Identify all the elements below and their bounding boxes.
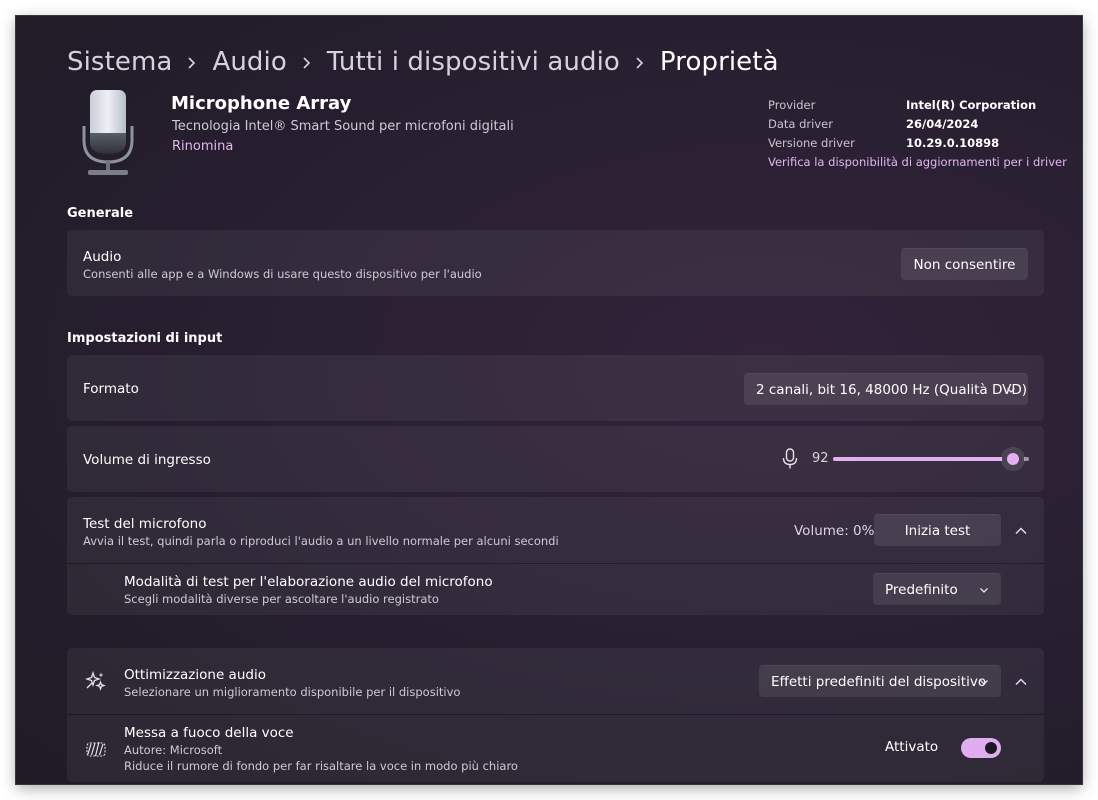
disallow-button[interactable]: Non consentire (901, 248, 1028, 280)
rename-link[interactable]: Rinomina (172, 139, 233, 154)
input-volume-slider[interactable] (833, 448, 1029, 470)
mic-test-subtitle: Avvia il test, quindi parla o riproduci … (83, 534, 559, 548)
chevron-right-icon (620, 47, 660, 77)
driver-info: Provider Intel(R) Corporation Data drive… (768, 96, 1067, 172)
section-title-input: Impostazioni di input (67, 331, 223, 346)
chevron-down-icon (980, 587, 988, 593)
input-volume-slider-thumb[interactable] (1002, 448, 1025, 470)
mic-test-card: Test del microfono Avvia il test, quindi… (67, 497, 1044, 615)
driver-date-value: 26/04/2024 (906, 117, 979, 131)
test-mode-dropdown-value: Predefinito (885, 581, 958, 598)
audio-enhancements-dropdown-value: Effetti predefiniti del dispositivo (771, 673, 987, 690)
sparkle-icon (85, 670, 106, 691)
audio-permission-title: Audio (83, 249, 122, 265)
driver-version-label: Versione driver (768, 136, 855, 150)
audio-enhancements-card: Ottimizzazione audio Selezionare un migl… (67, 648, 1044, 782)
voice-focus-toggle-knob (985, 742, 997, 754)
audio-permission-card: Audio Consenti alle app e a Windows di u… (67, 230, 1044, 296)
driver-version-value: 10.29.0.10898 (906, 136, 1000, 150)
input-volume-label: Volume di ingresso (83, 452, 211, 468)
driver-version-row: Versione driver 10.29.0.10898 (768, 134, 1067, 153)
start-test-button[interactable]: Inizia test (874, 514, 1001, 546)
driver-date-label: Data driver (768, 117, 833, 131)
microphone-icon[interactable] (781, 448, 799, 470)
chevron-right-icon (287, 47, 327, 77)
voice-focus-title: Messa a fuoco della voce (124, 725, 294, 741)
voice-waves-icon (86, 741, 106, 757)
voice-focus-author: Autore: Microsoft (124, 743, 223, 757)
section-title-general: Generale (67, 206, 134, 221)
device-description: Tecnologia Intel® Smart Sound per microf… (172, 119, 514, 134)
format-dropdown-value: 2 canali, bit 16, 48000 Hz (Qualità DVD) (756, 381, 1028, 398)
driver-date-row: Data driver 26/04/2024 (768, 115, 1067, 134)
breadcrumb-current: Proprietà (659, 47, 779, 77)
mic-test-title: Test del microfono (83, 516, 207, 532)
breadcrumb: Sistema Audio Tutti i dispositivi audio … (67, 42, 779, 82)
breadcrumb-item-audio[interactable]: Audio (212, 47, 286, 77)
format-card: Formato 2 canali, bit 16, 48000 Hz (Qual… (67, 355, 1044, 421)
audio-enhancements-dropdown[interactable]: Effetti predefiniti del dispositivo (759, 665, 1001, 697)
driver-update-link[interactable]: Verifica la disponibilità di aggiornamen… (768, 153, 1067, 172)
chevron-down-icon (980, 679, 988, 685)
voice-focus-state: Attivato (885, 739, 939, 755)
chevron-up-icon[interactable] (1013, 523, 1029, 539)
test-mode-dropdown[interactable]: Predefinito (873, 573, 1001, 605)
voice-focus-toggle[interactable] (961, 738, 1001, 758)
test-mode-title: Modalità di test per l'elaborazione audi… (124, 574, 493, 590)
device-name: Microphone Array (171, 93, 352, 114)
audio-permission-subtitle: Consenti alle app e a Windows di usare q… (83, 267, 482, 281)
audio-enhancements-title: Ottimizzazione audio (124, 667, 266, 683)
input-volume-card: Volume di ingresso 92 (67, 426, 1044, 492)
divider (67, 714, 1044, 715)
chevron-down-icon (1007, 387, 1015, 393)
audio-enhancements-subtitle: Selezionare un miglioramento disponibile… (124, 685, 461, 699)
microphone-illustration-icon (80, 88, 136, 178)
input-volume-value: 92 (812, 451, 829, 466)
mic-test-volume: Volume: 0% (794, 523, 875, 539)
test-mode-subtitle: Scegli modalità diverse per ascoltare l'… (124, 592, 439, 606)
driver-provider-row: Provider Intel(R) Corporation (768, 96, 1067, 115)
breadcrumb-item-sistema[interactable]: Sistema (67, 47, 172, 77)
format-dropdown[interactable]: 2 canali, bit 16, 48000 Hz (Qualità DVD) (744, 373, 1028, 405)
voice-focus-description: Riduce il rumore di fondo per far risalt… (124, 759, 518, 773)
format-label: Formato (83, 381, 139, 397)
input-volume-slider-fill (833, 457, 1014, 461)
driver-provider-label: Provider (768, 98, 816, 112)
chevron-up-icon[interactable] (1013, 674, 1029, 690)
divider (67, 563, 1044, 564)
breadcrumb-item-all-devices[interactable]: Tutti i dispositivi audio (327, 47, 620, 77)
driver-provider-value: Intel(R) Corporation (906, 98, 1037, 112)
settings-window: Sistema Audio Tutti i dispositivi audio … (16, 16, 1082, 784)
chevron-right-icon (172, 47, 212, 77)
